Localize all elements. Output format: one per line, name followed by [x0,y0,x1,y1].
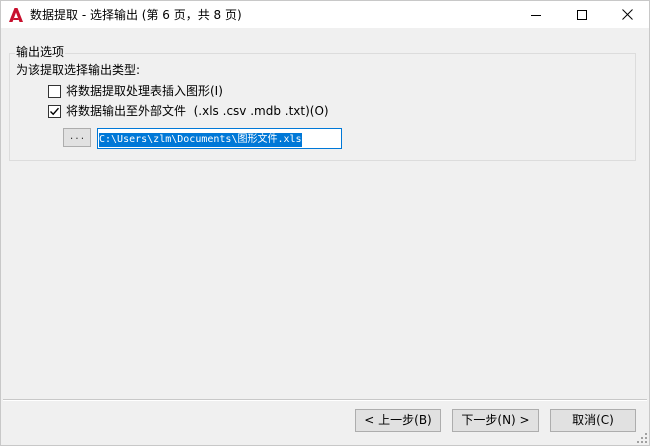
cancel-button[interactable]: 取消(C) [550,409,636,432]
file-path-input[interactable]: C:\Users\zlm\Documents\图形文件.xls [97,128,342,149]
output-type-description: 为该提取选择输出类型: [16,63,141,77]
data-extraction-dialog: 数据提取 - 选择输出 (第 6 页，共 8 页) 输出选项 为该提取选择输出类… [0,0,650,446]
title-bar[interactable]: 数据提取 - 选择输出 (第 6 页，共 8 页) [1,1,649,28]
export-file-label: 将数据输出至外部文件 (.xls .csv .mdb .txt)(O) [66,104,329,118]
close-button[interactable] [604,1,650,28]
insert-table-checkbox[interactable] [48,84,61,98]
close-icon [621,9,633,20]
insert-table-option[interactable]: 将数据提取处理表插入图形(I) [48,84,223,98]
export-file-option[interactable]: 将数据输出至外部文件 (.xls .csv .mdb .txt)(O) [48,104,329,118]
checkmark-icon [50,107,60,115]
minimize-button[interactable] [513,1,559,28]
back-button[interactable]: < 上一步(B) [355,409,441,432]
window-title: 数据提取 - 选择输出 (第 6 页，共 8 页) [30,8,242,22]
maximize-icon [577,9,587,20]
footer-separator [3,399,647,401]
autocad-a-icon [9,7,23,22]
resize-grip-icon[interactable] [637,433,647,443]
minimize-icon [531,14,541,16]
file-path-selected-text: C:\Users\zlm\Documents\图形文件.xls [99,133,302,147]
export-file-checkbox[interactable] [48,104,61,118]
output-options-title: 输出选项 [15,45,66,59]
dialog-footer: < 上一步(B) 下一步(N) > 取消(C) [1,402,649,446]
browse-button[interactable]: ... [63,128,91,147]
next-button[interactable]: 下一步(N) > [452,409,539,432]
insert-table-label: 将数据提取处理表插入图形(I) [66,84,223,98]
maximize-button[interactable] [559,1,605,28]
